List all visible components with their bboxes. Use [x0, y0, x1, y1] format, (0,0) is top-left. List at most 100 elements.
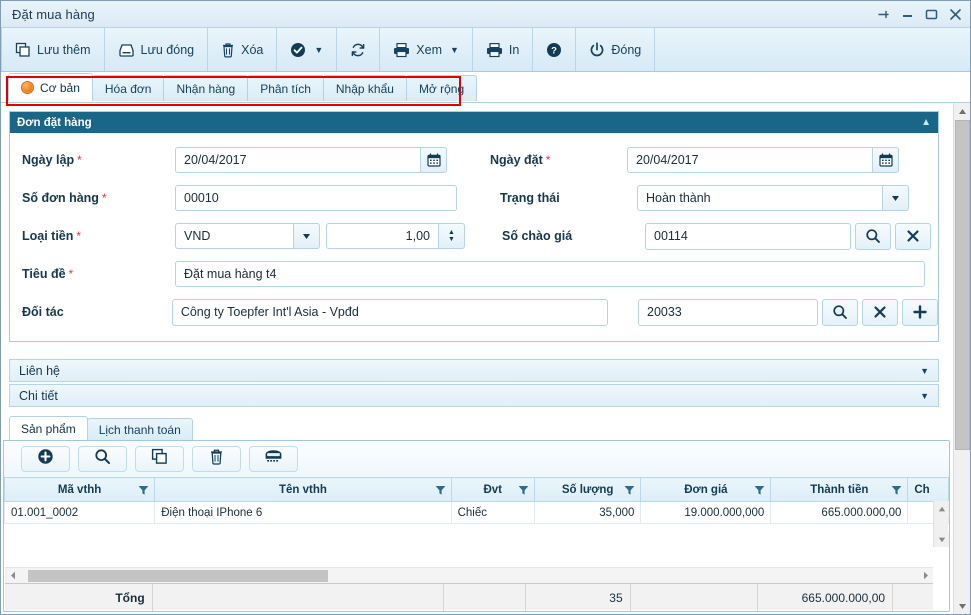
grid-header-dvt[interactable]: Đvt [450, 477, 535, 502]
toolbar-button-approve[interactable]: ▼ [277, 28, 338, 71]
doi-tac-name-input[interactable]: Công ty Toepfer Int'l Asia - Vpđd [171, 298, 608, 326]
total-spacer-ch [893, 584, 933, 611]
trang-thai-value[interactable]: Hoàn thành [637, 185, 882, 211]
field-ngay-lap[interactable]: 20/04/2017 [175, 147, 447, 173]
grid-scroll-up-icon[interactable] [934, 501, 949, 516]
bottom-tabstrip: Sản phẩm Lịch thanh toán [3, 416, 950, 440]
minimize-icon[interactable] [901, 8, 914, 21]
spinner-up-icon[interactable]: ▲ [448, 229, 455, 236]
maximize-icon[interactable] [925, 8, 938, 21]
filter-icon[interactable] [891, 485, 902, 499]
field-loai-tien[interactable]: VND [175, 223, 320, 249]
so-don-hang-input[interactable]: 00010 [175, 185, 457, 211]
main-tabstrip-area: Cơ bản Hóa đơn Nhận hàng Phân tích Nhập … [1, 72, 970, 103]
ty-gia-input[interactable]: 1,00 [326, 223, 438, 249]
grid-header-ma-vthh[interactable]: Mã vthh [3, 477, 156, 502]
tab-co-ban[interactable]: Cơ bản [8, 73, 93, 101]
grid-vertical-scrollbar[interactable] [933, 501, 949, 547]
scroll-up-icon[interactable] [954, 103, 970, 120]
add-icon[interactable] [902, 298, 938, 326]
field-doi-tac-code[interactable]: 20033 [638, 298, 938, 326]
grid-header-don-gia[interactable]: Đơn giá [640, 477, 772, 502]
search-icon[interactable] [822, 298, 858, 326]
label-ngay-dat: Ngày đặt * [490, 153, 551, 167]
spinner-down-icon[interactable]: ▼ [448, 236, 455, 243]
grid-header-ch[interactable]: Ch [907, 477, 949, 502]
tab-nhan-hang[interactable]: Nhận hàng [163, 75, 249, 101]
spinner-stepper[interactable]: ▲ ▼ [438, 223, 465, 249]
hscroll-track[interactable] [20, 569, 918, 583]
filter-icon[interactable] [518, 485, 529, 499]
content-pane: Đơn đặt hàng ▲ Ngày lập * 20/04/2017 Ngà… [1, 102, 970, 614]
section-lien-he[interactable]: Liên hệ ▼ [9, 359, 939, 382]
filter-icon[interactable] [624, 485, 635, 499]
clear-icon[interactable] [895, 222, 931, 250]
clear-icon[interactable] [862, 298, 898, 326]
grid-header-thanh-tien[interactable]: Thành tiền [770, 477, 909, 502]
ngay-dat-input[interactable]: 20/04/2017 [627, 147, 872, 173]
hscroll-left-icon[interactable] [5, 568, 20, 583]
vertical-scroll-track[interactable] [954, 120, 970, 598]
chevron-down-icon[interactable] [293, 223, 320, 249]
chevron-down-icon[interactable]: ▼ [920, 391, 929, 401]
tieu-de-input[interactable]: Đặt mua hàng t4 [175, 261, 925, 287]
search-icon[interactable] [855, 222, 891, 250]
calendar-icon[interactable] [872, 147, 899, 173]
field-ngay-dat[interactable]: 20/04/2017 [627, 147, 899, 173]
grid-search-button[interactable] [78, 446, 127, 472]
scroll-down-icon[interactable] [954, 598, 970, 614]
tab-hoa-don[interactable]: Hóa đơn [91, 75, 165, 101]
content-vertical-scrollbar[interactable] [953, 103, 970, 614]
toolbar-button-luu-them[interactable]: Lưu thêm [1, 28, 105, 71]
grid-header-ten-vthh[interactable]: Tên vthh [154, 477, 452, 502]
hscroll-thumb[interactable] [28, 569, 328, 582]
pin-icon[interactable] [877, 8, 890, 21]
table-row[interactable]: 01.001_0002 Điện thoại IPhone 6 Chiếc 35… [3, 501, 949, 524]
calendar-icon[interactable] [420, 147, 447, 173]
spinner-arrows-icon[interactable]: ▲ ▼ [444, 229, 460, 243]
hscroll-right-icon[interactable] [918, 568, 933, 583]
tab-lich-thanh-toan[interactable]: Lịch thanh toán [86, 418, 193, 440]
toolbar-button-dong[interactable]: Đóng [576, 28, 656, 71]
grid-calculator-button[interactable] [249, 446, 298, 472]
filter-icon[interactable] [138, 485, 149, 499]
grid-header-so-luong[interactable]: Số lượng [533, 477, 642, 502]
tab-nhap-khau[interactable]: Nhập khẩu [322, 75, 407, 101]
grid-add-button[interactable] [21, 446, 70, 472]
tab-mo-rong[interactable]: Mở rộng [405, 75, 478, 101]
field-trang-thai[interactable]: Hoàn thành [637, 185, 909, 211]
section-chi-tiet[interactable]: Chi tiết ▼ [9, 384, 939, 407]
help-icon: ? [546, 42, 562, 58]
vertical-scroll-thumb[interactable] [955, 120, 970, 450]
grid-horizontal-scrollbar[interactable] [5, 567, 933, 583]
field-ty-gia[interactable]: 1,00 ▲ ▼ [326, 223, 465, 249]
so-chao-gia-input[interactable]: 00114 [645, 222, 851, 250]
toolbar-label: Lưu đóng [140, 42, 195, 57]
chevron-down-icon[interactable] [882, 185, 909, 211]
ngay-lap-input[interactable]: 20/04/2017 [175, 147, 420, 173]
toolbar-button-xem[interactable]: Xem ▼ [380, 28, 473, 71]
tab-phan-tich[interactable]: Phân tích [247, 75, 324, 101]
toolbar-button-in[interactable]: In [473, 28, 534, 71]
panel-header[interactable]: Đơn đặt hàng ▲ [10, 112, 938, 133]
toolbar-button-luu-dong[interactable]: Lưu đóng [105, 28, 209, 71]
toolbar-button-xoa[interactable]: Xóa [208, 28, 278, 71]
grid-scroll-down-icon[interactable] [934, 532, 949, 547]
doi-tac-code-input[interactable]: 20033 [638, 298, 818, 326]
filter-icon[interactable] [435, 485, 446, 499]
toolbar-button-help[interactable]: ? [533, 28, 577, 71]
chevron-down-icon[interactable]: ▼ [920, 366, 929, 376]
tab-san-pham[interactable]: Sản phẩm [9, 416, 88, 440]
chevron-down-icon[interactable]: ▼ [314, 45, 323, 55]
close-icon[interactable] [949, 8, 962, 21]
chevron-down-icon[interactable]: ▼ [450, 45, 459, 55]
copy-icon [151, 448, 168, 470]
column-label: Đvt [483, 483, 502, 496]
loai-tien-value[interactable]: VND [175, 223, 293, 249]
toolbar-button-refresh[interactable] [337, 28, 381, 71]
grid-copy-button[interactable] [135, 446, 184, 472]
grid-delete-button[interactable] [192, 446, 241, 472]
filter-icon[interactable] [754, 485, 765, 499]
chevron-up-icon[interactable]: ▲ [921, 117, 931, 128]
field-so-chao-gia[interactable]: 00114 [645, 222, 931, 250]
